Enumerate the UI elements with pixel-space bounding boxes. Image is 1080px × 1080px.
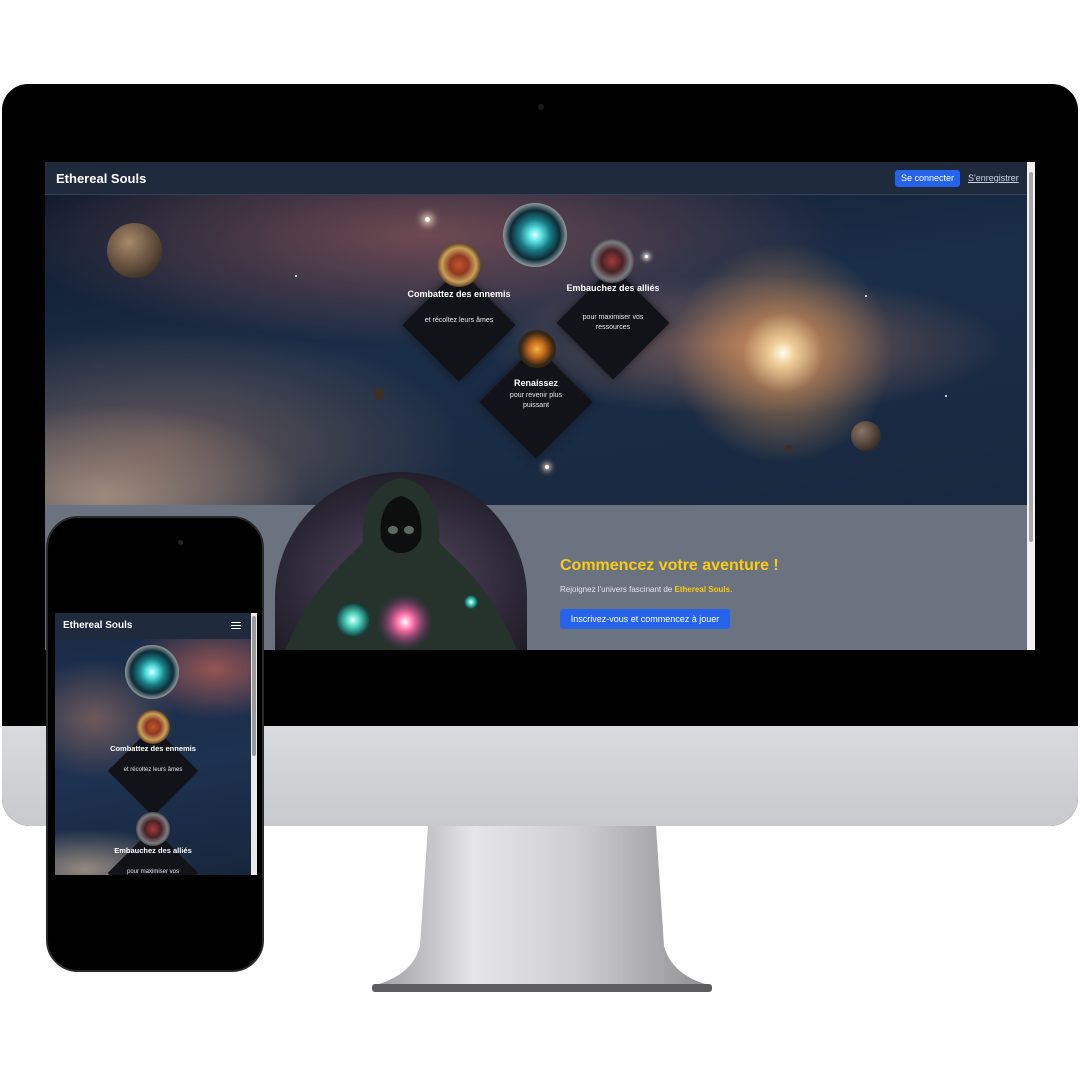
mobile-screen: Ethereal Souls Combattez des ennemis et … xyxy=(55,613,257,875)
planet xyxy=(373,388,385,400)
cta-text-brand: Ethereal Souls xyxy=(674,585,731,594)
phone-frame: Ethereal Souls Combattez des ennemis et … xyxy=(46,516,264,972)
planet xyxy=(785,445,793,453)
brand-logo[interactable]: Ethereal Souls xyxy=(56,171,146,186)
mobile-feature-title: Embauchez des alliés xyxy=(114,846,192,855)
mobile-scrollbar[interactable] xyxy=(251,613,257,875)
mobile-hero: Combattez des ennemis et récoltez leurs … xyxy=(55,639,251,875)
phoenix-medallion-icon xyxy=(518,330,556,368)
cta-title: Commencez votre aventure ! xyxy=(560,557,779,574)
register-link[interactable]: S'enregistrer xyxy=(968,173,1019,183)
mobile-feature-card-fight: Combattez des ennemis et récoltez leurs … xyxy=(105,710,201,819)
planet xyxy=(851,421,881,451)
mobile-feature-title: Combattez des ennemis xyxy=(110,744,196,753)
feature-title: Renaissez xyxy=(513,378,559,388)
feature-title: Combattez des ennemis xyxy=(407,289,511,299)
mobile-navbar: Ethereal Souls xyxy=(55,613,251,639)
soul-orb-medallion-icon xyxy=(125,645,179,699)
star xyxy=(865,295,867,297)
phone-camera-dot xyxy=(178,540,183,545)
soul-orb-medallion-icon xyxy=(503,203,567,267)
mobile-scrollbar-thumb[interactable] xyxy=(252,616,256,756)
feature-title: Embauchez des alliés xyxy=(566,283,660,293)
hero-section: Combattez des ennemis et récoltez leurs … xyxy=(45,195,1027,505)
star xyxy=(425,217,430,222)
mobile-feature-subtitle: pour maximiser vos xyxy=(126,869,179,875)
login-button[interactable]: Se connecter xyxy=(895,170,960,187)
star xyxy=(645,255,648,258)
planet xyxy=(107,223,162,278)
star xyxy=(945,395,947,397)
cta-text-suffix: . xyxy=(730,585,733,594)
star xyxy=(295,275,297,277)
camera-dot xyxy=(538,104,544,110)
feature-card-rebirth: Renaissez pour revenir plus puissant xyxy=(476,330,596,462)
scrollbar[interactable] xyxy=(1027,162,1035,650)
navbar: Ethereal Souls Se connecter S'enregistre… xyxy=(45,162,1027,195)
cta-text: Rejoignez l'univers fascinant de Etherea… xyxy=(560,585,732,594)
star xyxy=(545,465,549,469)
mobile-feature-card-allies: Embauchez des alliés pour maximiser vos xyxy=(105,812,201,875)
ally-portrait-medallion-icon xyxy=(590,239,634,283)
scrollbar-thumb[interactable] xyxy=(1029,172,1033,542)
cta-text-prefix: Rejoignez l'univers fascinant de xyxy=(560,585,675,594)
signup-button[interactable]: Inscrivez-vous et commencez à jouer xyxy=(560,609,730,629)
mobile-brand-logo[interactable]: Ethereal Souls xyxy=(63,620,132,631)
feature-subtitle: pour maximiser vos ressources xyxy=(582,314,644,331)
feature-subtitle: et récoltez leurs âmes xyxy=(424,317,494,324)
crossed-swords-medallion-icon xyxy=(437,243,481,287)
imac-stand xyxy=(372,826,712,992)
hamburger-menu-icon[interactable] xyxy=(231,622,241,630)
mobile-feature-subtitle: et récoltez leurs âmes xyxy=(123,767,183,773)
crossed-swords-medallion-icon xyxy=(136,710,170,744)
feature-subtitle: pour revenir plus puissant xyxy=(509,392,563,409)
ally-portrait-medallion-icon xyxy=(136,812,170,846)
